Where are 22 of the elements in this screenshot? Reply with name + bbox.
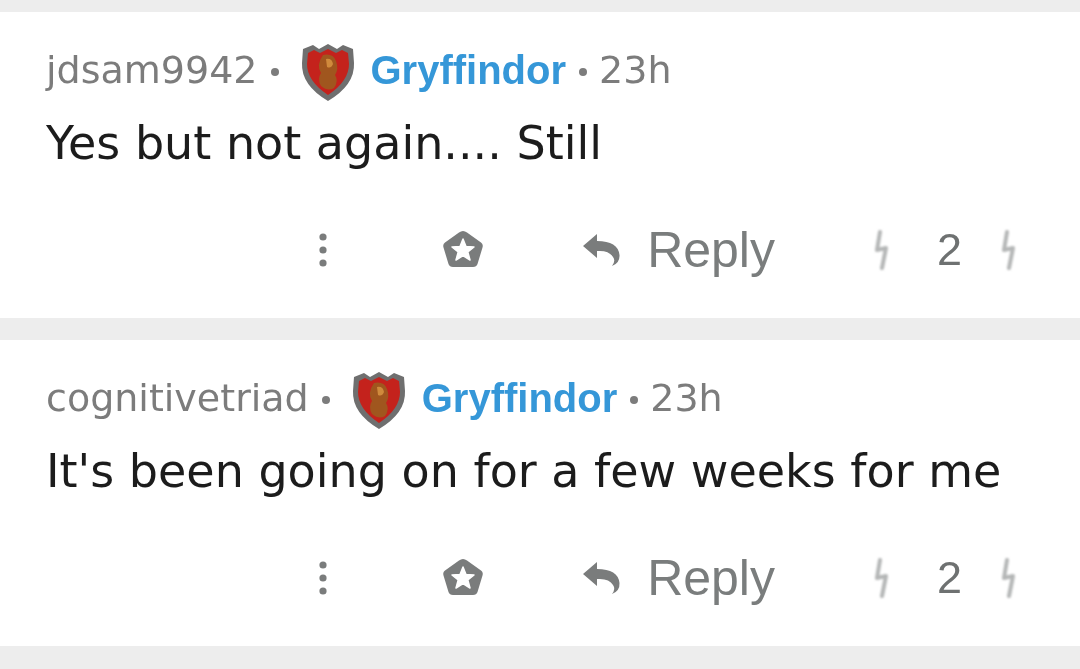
bullet-icon	[579, 68, 588, 76]
comment-age: 23h	[650, 376, 723, 420]
reply-arrow-icon	[582, 233, 621, 267]
reply-button[interactable]: Reply	[582, 548, 775, 608]
user-flair: Gryffindor	[370, 48, 567, 92]
reply-arrow-icon	[582, 561, 621, 595]
vote-score: 2	[936, 223, 962, 277]
comment-author[interactable]: cognitivetriad	[46, 376, 309, 420]
star-pentagon-icon	[442, 558, 485, 598]
user-flair: Gryffindor	[421, 376, 618, 420]
bullet-icon	[321, 396, 330, 404]
comment-text: Yes but not again.... Still	[46, 115, 604, 172]
comment-author[interactable]: jdsam9942	[46, 48, 258, 92]
reply-button[interactable]: Reply	[582, 220, 775, 280]
star-pentagon-icon	[442, 230, 485, 270]
vertical-dots-icon	[319, 233, 328, 267]
comment-age: 23h	[599, 48, 672, 92]
bullet-icon	[270, 68, 279, 76]
vertical-dots-icon	[319, 561, 328, 595]
bullet-icon	[630, 396, 639, 404]
comment-text: It's been going on for a few weeks for me	[46, 443, 1003, 500]
vote-score: 2	[936, 551, 962, 605]
